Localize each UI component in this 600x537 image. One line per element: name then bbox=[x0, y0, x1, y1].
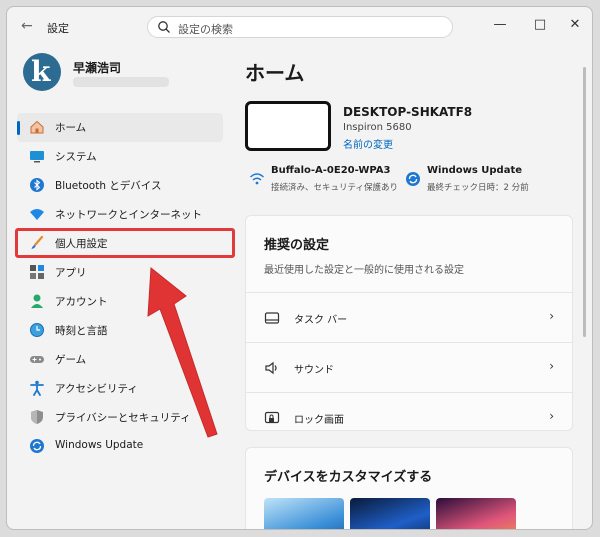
device-name: DESKTOP-SHKATF8 bbox=[343, 105, 473, 119]
blurred-email bbox=[73, 77, 169, 87]
theme-thumbnail-glow[interactable] bbox=[436, 498, 516, 529]
row-label: サウンド bbox=[294, 365, 334, 376]
bluetooth-icon bbox=[30, 178, 44, 192]
recommended-description: 最近使用した設定と一般的に使用される設定 bbox=[264, 265, 464, 276]
sidebar-item-network[interactable]: ネットワークとインターネット bbox=[17, 200, 223, 229]
sidebar-item-label: アカウント bbox=[55, 296, 108, 308]
sidebar-item-label: Windows Update bbox=[55, 439, 144, 451]
chevron-right-icon: › bbox=[549, 359, 554, 373]
sidebar-item-label: システム bbox=[55, 151, 97, 163]
theme-thumbnail-light[interactable] bbox=[264, 498, 344, 529]
update-subtitle: 最終チェック日時：2 分前 bbox=[427, 183, 529, 193]
recommended-row-taskbar[interactable]: タスク バー › bbox=[246, 292, 572, 343]
back-arrow-icon[interactable]: ← bbox=[21, 18, 37, 34]
gamepad-icon bbox=[30, 356, 44, 363]
wifi-icon bbox=[250, 173, 264, 185]
recommended-settings-card: 推奨の設定 最近使用した設定と一般的に使用される設定 タスク バー › サウンド… bbox=[245, 215, 573, 431]
close-button[interactable]: ✕ bbox=[565, 15, 585, 35]
network-icon bbox=[30, 209, 44, 220]
sidebar-nav: ホーム システム Bluetooth とデバイス ネットワークとインターネット … bbox=[15, 113, 235, 461]
avatar: k bbox=[23, 53, 61, 91]
sidebar-item-apps[interactable]: アプリ bbox=[17, 258, 223, 287]
paintbrush-icon bbox=[31, 235, 44, 249]
row-label: ロック画面 bbox=[294, 415, 344, 426]
sidebar-item-gaming[interactable]: ゲーム bbox=[17, 345, 223, 374]
search-placeholder: 設定の検索 bbox=[178, 23, 233, 36]
sidebar-item-accessibility[interactable]: アクセシビリティ bbox=[17, 374, 223, 403]
sidebar-item-windows-update[interactable]: Windows Update bbox=[17, 432, 223, 461]
sidebar-item-label: 個人用設定 bbox=[55, 238, 108, 250]
home-icon bbox=[30, 120, 44, 134]
sidebar-item-label: プライバシーとセキュリティ bbox=[55, 412, 191, 424]
scrollbar[interactable] bbox=[583, 67, 586, 337]
recommended-row-sound[interactable]: サウンド › bbox=[246, 342, 572, 393]
sidebar-item-label: Bluetooth とデバイス bbox=[55, 180, 162, 192]
account-icon bbox=[31, 294, 43, 308]
accessibility-icon bbox=[30, 380, 44, 396]
sidebar-item-time-language[interactable]: 時刻と言語 bbox=[17, 316, 223, 345]
sidebar-item-home[interactable]: ホーム bbox=[17, 113, 223, 142]
recommended-heading: 推奨の設定 bbox=[264, 238, 330, 253]
update-title: Windows Update bbox=[427, 165, 523, 176]
network-status[interactable]: Buffalo-A-0E20-WPA3 接続済み、セキュリティ保護あり bbox=[249, 165, 399, 195]
sidebar-item-label: 時刻と言語 bbox=[55, 325, 108, 337]
settings-window: ← 設定 設定の検索 — □ ✕ k 早瀬浩司 ホーム システム Bluetoo… bbox=[6, 6, 593, 530]
device-model: Inspiron 5680 bbox=[343, 122, 412, 133]
recommended-row-lockscreen[interactable]: ロック画面 › bbox=[246, 392, 572, 443]
sidebar-item-bluetooth[interactable]: Bluetooth とデバイス bbox=[17, 171, 223, 200]
sidebar-item-label: アクセシビリティ bbox=[55, 383, 138, 395]
update-icon bbox=[30, 439, 44, 453]
main-content: ホーム DESKTOP-SHKATF8 Inspiron 5680 名前の変更 … bbox=[245, 45, 575, 529]
selection-indicator bbox=[17, 121, 20, 135]
update-status[interactable]: Windows Update 最終チェック日時：2 分前 bbox=[405, 165, 565, 195]
globe-clock-icon bbox=[30, 323, 44, 337]
maximize-button[interactable]: □ bbox=[530, 15, 550, 35]
update-icon bbox=[406, 172, 420, 186]
search-input[interactable]: 設定の検索 bbox=[147, 16, 453, 38]
apps-icon bbox=[30, 265, 44, 279]
shield-icon bbox=[31, 410, 43, 424]
device-image bbox=[245, 101, 331, 151]
monitor-icon bbox=[30, 151, 44, 163]
lock-screen-icon bbox=[264, 411, 280, 424]
row-label: タスク バー bbox=[294, 315, 348, 326]
sidebar-item-privacy[interactable]: プライバシーとセキュリティ bbox=[17, 403, 223, 432]
sidebar-item-label: ゲーム bbox=[55, 354, 87, 366]
page-title: ホーム bbox=[245, 61, 305, 85]
taskbar-icon bbox=[264, 312, 280, 324]
speaker-icon bbox=[265, 361, 277, 375]
title-bar: ← 設定 設定の検索 — □ ✕ bbox=[7, 7, 592, 45]
network-subtitle: 接続済み、セキュリティ保護あり bbox=[271, 183, 398, 193]
app-title: 設定 bbox=[47, 22, 69, 35]
sidebar-item-personalization[interactable]: 個人用設定 bbox=[15, 228, 235, 258]
user-name: 早瀬浩司 bbox=[73, 61, 122, 75]
sidebar-item-system[interactable]: システム bbox=[17, 142, 223, 171]
minimize-button[interactable]: — bbox=[490, 15, 510, 35]
rename-link[interactable]: 名前の変更 bbox=[343, 136, 393, 151]
highlight-box bbox=[15, 228, 235, 258]
sidebar-item-label: ホーム bbox=[55, 122, 87, 134]
sidebar-item-label: アプリ bbox=[55, 267, 87, 279]
network-name: Buffalo-A-0E20-WPA3 bbox=[271, 165, 391, 176]
chevron-right-icon: › bbox=[549, 309, 554, 323]
sidebar-item-accounts[interactable]: アカウント bbox=[17, 287, 223, 316]
search-icon bbox=[158, 21, 170, 33]
theme-thumbnail-dark[interactable] bbox=[350, 498, 430, 529]
customize-heading: デバイスをカスタマイズする bbox=[264, 470, 433, 485]
sidebar-item-label: ネットワークとインターネット bbox=[55, 209, 202, 221]
chevron-right-icon: › bbox=[549, 409, 554, 423]
customize-device-card: デバイスをカスタマイズする bbox=[245, 447, 573, 529]
